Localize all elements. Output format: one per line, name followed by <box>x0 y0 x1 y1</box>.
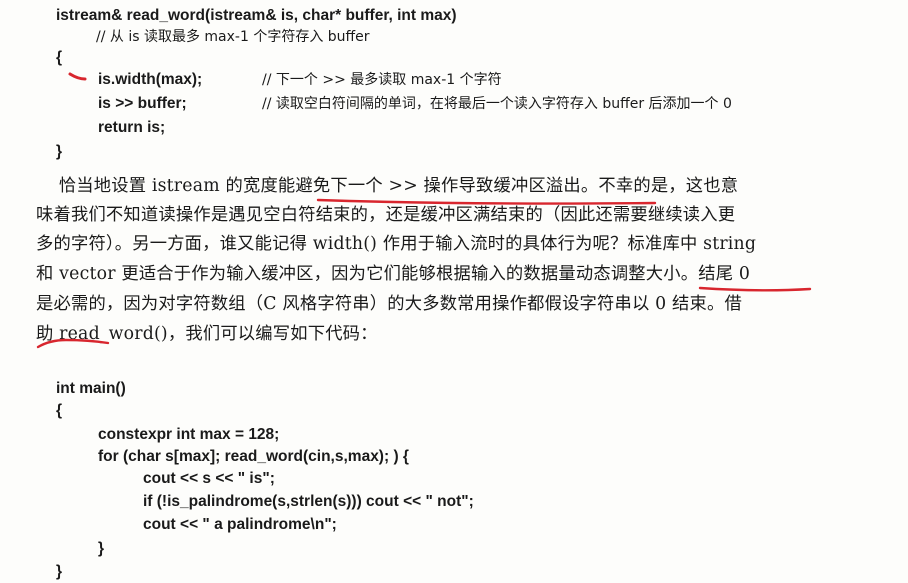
red-pen-annotations <box>36 72 812 349</box>
pen-dash-mark <box>68 72 87 81</box>
pen-underline-resize <box>698 286 812 292</box>
pen-underline-overflow <box>316 198 657 205</box>
pen-underline-required <box>36 338 110 349</box>
